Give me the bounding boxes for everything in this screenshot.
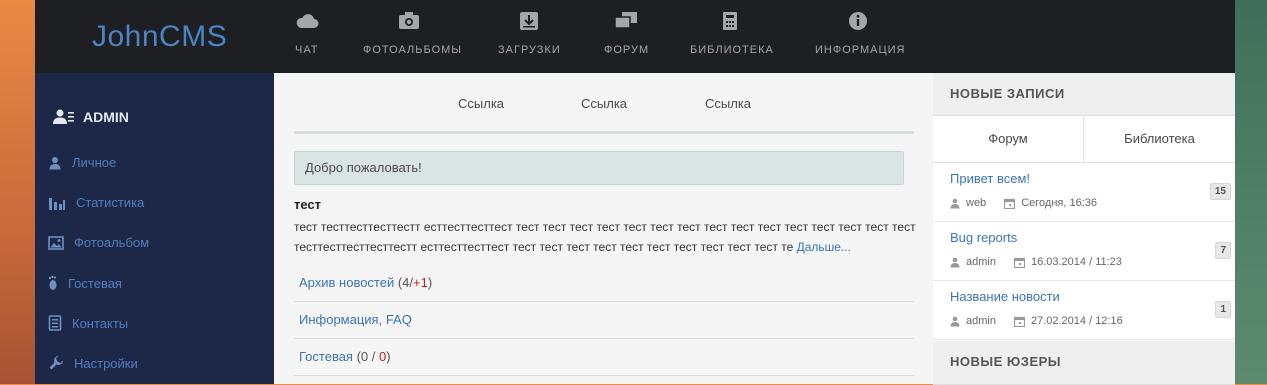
sidebar-item-label: Гостевая <box>68 275 122 291</box>
nav-label: БИБЛИОТЕКА <box>690 44 774 56</box>
new-posts-header: НОВЫЕ ЗАПИСИ <box>933 73 1235 116</box>
contacts-icon <box>48 315 62 331</box>
calendar-icon <box>1013 316 1025 327</box>
tab-link-3[interactable]: Ссылка <box>705 96 751 111</box>
sidebar-item-label: Личное <box>72 155 117 170</box>
post-count-badge: 7 <box>1215 242 1231 259</box>
top-bar: JohnCMS ЧАТ ФОТОАЛЬБОМЫ ЗАГРУЗКИ ФОРУМ Б… <box>35 0 1235 73</box>
tab-link-2[interactable]: Ссылка <box>581 96 627 111</box>
book-icon <box>690 10 770 34</box>
info-faq-link[interactable]: Информация, FAQ <box>294 312 412 327</box>
sidebar-item-photoalbum[interactable]: Фотоальбом <box>48 235 149 250</box>
sidebar-item-label: Контакты <box>72 315 129 331</box>
nav-label: ИНФОРМАЦИЯ <box>815 44 906 56</box>
new-posts-title: НОВЫЕ ЗАПИСИ <box>950 86 1065 101</box>
new-users-header: НОВЫЕ ЮЗЕРЫ <box>933 341 1235 385</box>
guestbook-count: (0 / <box>352 349 379 364</box>
tab-link-1[interactable]: Ссылка <box>458 96 504 111</box>
post-item[interactable]: Bug reports admin 16.03.2014 / 11:23 7 <box>933 222 1235 281</box>
post-count-badge: 15 <box>1209 183 1231 200</box>
news-archive-count-close: ) <box>427 275 433 290</box>
sidebar-username: ADMIN <box>83 109 129 125</box>
nav-label: ФОТОАЛЬБОМЫ <box>363 44 463 56</box>
calendar-icon <box>1004 198 1016 209</box>
calendar-icon <box>1013 257 1025 268</box>
nav-item-photoalbums[interactable]: ФОТОАЛЬБОМЫ <box>363 10 463 56</box>
user-icon <box>950 257 960 267</box>
sidebar-item-label: Настройки <box>74 355 138 371</box>
post-title[interactable]: Bug reports <box>950 230 1017 245</box>
post-info: admin 27.02.2014 / 12:16 <box>950 315 1123 327</box>
chat-bubbles-icon <box>604 10 648 34</box>
sidebar-item-contacts[interactable]: Контакты <box>48 315 128 331</box>
wrench-icon <box>49 356 63 370</box>
new-users-title: НОВЫЕ ЮЗЕРЫ <box>950 354 1062 369</box>
user-icon <box>950 316 960 326</box>
post-date: 16.03.2014 / 11:23 <box>1030 256 1122 268</box>
user-icon <box>950 198 960 208</box>
sidebar-item-guestbook[interactable]: Гостевая <box>48 275 122 291</box>
link-tabs: Ссылка Ссылка Ссылка <box>294 73 914 134</box>
sidebar-user-header[interactable]: ADMIN <box>51 109 129 125</box>
nav-item-downloads[interactable]: ЗАГРУЗКИ <box>498 10 560 56</box>
sidebar-item-statistics[interactable]: Статистика <box>48 195 144 210</box>
camera-icon <box>363 10 455 34</box>
site-logo[interactable]: JohnCMS <box>92 20 227 54</box>
post-info: web Сегодня, 16:36 <box>950 197 1097 209</box>
sidebar-item-personal[interactable]: Личное <box>48 155 116 170</box>
new-posts-tabs: Форум Библиотека <box>933 116 1235 163</box>
cloud-icon <box>295 10 319 34</box>
post-date: Сегодня, 16:36 <box>1021 197 1097 209</box>
bar-chart-icon <box>49 197 65 210</box>
post-date: 27.02.2014 / 12:16 <box>1030 315 1123 327</box>
post-count-badge: 1 <box>1215 301 1231 318</box>
sidebar: ADMIN Личное Статистика Фотоальбом Госте… <box>35 73 274 384</box>
right-panel: НОВЫЕ ЗАПИСИ Форум Библиотека Привет все… <box>933 73 1235 385</box>
users-icon <box>53 109 74 124</box>
news-archive-count: (4/ <box>394 275 414 290</box>
news-archive-link[interactable]: Архив новостей <box>294 275 394 290</box>
tab-library[interactable]: Библиотека <box>1084 116 1235 162</box>
guestbook-count-close: ) <box>386 349 391 364</box>
guestbook-link[interactable]: Гостевая <box>294 349 353 364</box>
sidebar-item-settings[interactable]: Настройки <box>48 355 138 371</box>
welcome-alert: Добро пожаловать! <box>294 151 904 185</box>
nav-item-information[interactable]: ИНФОРМАЦИЯ <box>815 10 906 56</box>
download-box-icon <box>498 10 560 34</box>
sidebar-item-label: Фотоальбом <box>74 235 150 250</box>
post-author: admin <box>966 315 996 327</box>
picture-icon <box>48 235 64 250</box>
menu-row-news-archive[interactable]: Архив новостей (4/+1) <box>294 264 914 302</box>
nav-label: ФОРУМ <box>604 44 650 56</box>
main-content: Ссылка Ссылка Ссылка Добро пожаловать! т… <box>274 73 933 384</box>
menu-row-info-faq[interactable]: Информация, FAQ <box>294 301 914 339</box>
post-item[interactable]: Привет всем! web Сегодня, 16:36 15 <box>933 163 1235 222</box>
nav-item-library[interactable]: БИБЛИОТЕКА <box>690 10 774 56</box>
news-title: тест <box>294 197 322 212</box>
menu-row-guestbook[interactable]: Гостевая (0 / 0) <box>294 338 914 376</box>
post-author: web <box>966 197 987 209</box>
page-frame: JohnCMS ЧАТ ФОТОАЛЬБОМЫ ЗАГРУЗКИ ФОРУМ Б… <box>35 0 1235 385</box>
post-title[interactable]: Привет всем! <box>950 171 1030 186</box>
user-icon <box>49 156 61 169</box>
footprint-icon <box>48 275 57 290</box>
post-info: admin 16.03.2014 / 11:23 <box>950 256 1122 268</box>
nav-label: ЧАТ <box>295 44 319 56</box>
news-archive-new-count: +1 <box>413 275 428 290</box>
post-item[interactable]: Название новости admin 27.02.2014 / 12:1… <box>933 281 1235 340</box>
news-body: тест тесттесттесттестт ecттесттесттест т… <box>294 217 916 257</box>
nav-item-forum[interactable]: ФОРУМ <box>604 10 648 56</box>
read-more-link[interactable]: Дальше... <box>797 240 851 254</box>
nav-item-chat[interactable]: ЧАТ <box>295 10 319 56</box>
post-author: admin <box>966 256 996 268</box>
background-right <box>1235 0 1267 384</box>
tab-forum[interactable]: Форум <box>933 116 1084 162</box>
sidebar-item-label: Статистика <box>76 195 145 210</box>
nav-label: ЗАГРУЗКИ <box>498 44 561 56</box>
info-icon <box>815 10 901 34</box>
post-title[interactable]: Название новости <box>950 289 1060 304</box>
